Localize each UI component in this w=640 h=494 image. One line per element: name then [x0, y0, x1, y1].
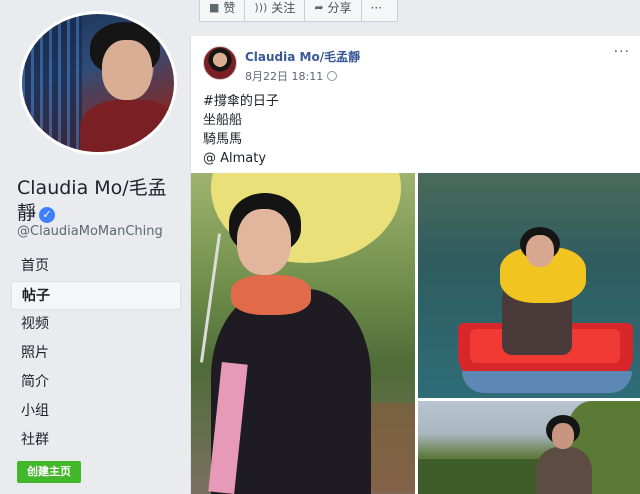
nav-item-groups[interactable]: 小组 — [11, 397, 181, 426]
nav-item-photos[interactable]: 照片 — [11, 339, 181, 368]
share-label: 分享 — [327, 1, 352, 15]
post-photo-horse[interactable] — [418, 401, 640, 494]
nav-item-posts[interactable]: 帖子 — [11, 281, 181, 310]
post-line: 坐船船 — [203, 113, 243, 128]
profile-name: Claudia Mo/毛孟靜 ✓ — [17, 176, 185, 226]
post-options-icon[interactable]: ··· — [614, 44, 630, 60]
post-author-avatar[interactable] — [203, 46, 237, 80]
globe-icon — [327, 71, 338, 81]
more-button[interactable]: ··· — [362, 0, 391, 21]
nav-item-videos[interactable]: 视频 — [11, 310, 181, 339]
nav-item-community[interactable]: 社群 — [11, 426, 181, 455]
more-icon: ··· — [370, 0, 382, 15]
profile-picture[interactable] — [19, 11, 177, 155]
post-text: #撐傘的日子 坐船船 騎馬馬 @ Almaty — [203, 92, 279, 168]
like-button[interactable]: ■ 赞 — [200, 0, 246, 21]
post-photo-boat[interactable] — [418, 173, 640, 398]
share-button[interactable]: ➦ 分享 — [305, 0, 362, 21]
rss-icon: ))) — [254, 1, 268, 14]
page-nav: 首页 帖子 视频 照片 简介 小组 社群 — [11, 252, 181, 455]
post-location: @ Almaty — [203, 151, 267, 166]
verified-badge-icon: ✓ — [39, 207, 56, 223]
follow-label: 关注 — [271, 1, 296, 15]
post-author-name[interactable]: Claudia Mo/毛孟靜 — [245, 48, 360, 65]
post-hashtag[interactable]: #撐傘的日子 — [203, 92, 279, 111]
post-timestamp: 8月22日 18:11 — [245, 68, 338, 84]
post-timestamp-text[interactable]: 8月22日 18:11 — [245, 70, 323, 83]
share-icon: ➦ — [314, 1, 324, 14]
like-icon: ■ — [209, 1, 220, 14]
like-label: 赞 — [223, 1, 236, 15]
page-action-bar: ■ 赞 ))) 关注 ➦ 分享 ··· — [199, 0, 398, 22]
nav-item-home[interactable]: 首页 — [11, 252, 181, 281]
post-line: 騎馬馬 — [203, 132, 243, 147]
create-page-button[interactable]: 创建主页 — [17, 461, 81, 483]
follow-button[interactable]: ))) 关注 — [245, 0, 306, 21]
post-photo-umbrella[interactable] — [191, 173, 415, 494]
page-sidebar: Claudia Mo/毛孟靜 ✓ @ClaudiaMoManChing 首页 帖子… — [0, 0, 190, 494]
post-card: Claudia Mo/毛孟靜 8月22日 18:11 ··· #撐傘的日子 坐船… — [190, 36, 640, 494]
nav-item-about[interactable]: 简介 — [11, 368, 181, 397]
profile-handle[interactable]: @ClaudiaMoManChing — [17, 224, 163, 239]
